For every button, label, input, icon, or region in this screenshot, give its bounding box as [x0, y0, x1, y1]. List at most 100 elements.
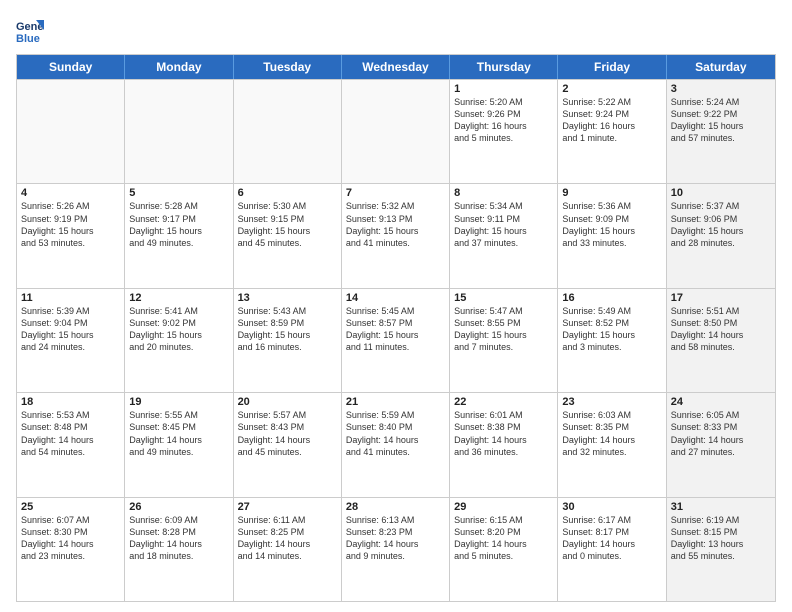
day-number: 15 [454, 292, 553, 304]
day-cell-19: 19Sunrise: 5:55 AM Sunset: 8:45 PM Dayli… [125, 393, 233, 496]
logo: General Blue [16, 16, 48, 44]
day-info: Sunrise: 6:17 AM Sunset: 8:17 PM Dayligh… [562, 514, 661, 563]
day-cell-24: 24Sunrise: 6:05 AM Sunset: 8:33 PM Dayli… [667, 393, 775, 496]
day-info: Sunrise: 6:05 AM Sunset: 8:33 PM Dayligh… [671, 409, 771, 458]
day-cell-9: 9Sunrise: 5:36 AM Sunset: 9:09 PM Daylig… [558, 184, 666, 287]
day-info: Sunrise: 6:15 AM Sunset: 8:20 PM Dayligh… [454, 514, 553, 563]
day-header-tuesday: Tuesday [234, 55, 342, 79]
day-info: Sunrise: 5:45 AM Sunset: 8:57 PM Dayligh… [346, 305, 445, 354]
day-cell-3: 3Sunrise: 5:24 AM Sunset: 9:22 PM Daylig… [667, 80, 775, 183]
day-cell-27: 27Sunrise: 6:11 AM Sunset: 8:25 PM Dayli… [234, 498, 342, 601]
day-info: Sunrise: 5:32 AM Sunset: 9:13 PM Dayligh… [346, 200, 445, 249]
svg-text:Blue: Blue [16, 33, 40, 44]
day-header-monday: Monday [125, 55, 233, 79]
calendar-row-3: 18Sunrise: 5:53 AM Sunset: 8:48 PM Dayli… [17, 392, 775, 496]
day-number: 18 [21, 396, 120, 408]
day-info: Sunrise: 5:59 AM Sunset: 8:40 PM Dayligh… [346, 409, 445, 458]
empty-cell-0-1 [125, 80, 233, 183]
day-cell-29: 29Sunrise: 6:15 AM Sunset: 8:20 PM Dayli… [450, 498, 558, 601]
day-number: 9 [562, 187, 661, 199]
day-number: 5 [129, 187, 228, 199]
logo-icon: General Blue [16, 16, 44, 44]
day-info: Sunrise: 5:57 AM Sunset: 8:43 PM Dayligh… [238, 409, 337, 458]
day-cell-14: 14Sunrise: 5:45 AM Sunset: 8:57 PM Dayli… [342, 289, 450, 392]
day-number: 21 [346, 396, 445, 408]
calendar-row-4: 25Sunrise: 6:07 AM Sunset: 8:30 PM Dayli… [17, 497, 775, 601]
day-number: 2 [562, 83, 661, 95]
day-cell-15: 15Sunrise: 5:47 AM Sunset: 8:55 PM Dayli… [450, 289, 558, 392]
calendar-row-2: 11Sunrise: 5:39 AM Sunset: 9:04 PM Dayli… [17, 288, 775, 392]
day-number: 7 [346, 187, 445, 199]
day-info: Sunrise: 5:43 AM Sunset: 8:59 PM Dayligh… [238, 305, 337, 354]
day-cell-12: 12Sunrise: 5:41 AM Sunset: 9:02 PM Dayli… [125, 289, 233, 392]
day-number: 24 [671, 396, 771, 408]
day-info: Sunrise: 6:09 AM Sunset: 8:28 PM Dayligh… [129, 514, 228, 563]
day-info: Sunrise: 5:36 AM Sunset: 9:09 PM Dayligh… [562, 200, 661, 249]
day-cell-22: 22Sunrise: 6:01 AM Sunset: 8:38 PM Dayli… [450, 393, 558, 496]
day-number: 20 [238, 396, 337, 408]
day-number: 13 [238, 292, 337, 304]
day-header-saturday: Saturday [667, 55, 775, 79]
day-info: Sunrise: 5:22 AM Sunset: 9:24 PM Dayligh… [562, 96, 661, 145]
day-number: 17 [671, 292, 771, 304]
day-cell-30: 30Sunrise: 6:17 AM Sunset: 8:17 PM Dayli… [558, 498, 666, 601]
day-info: Sunrise: 5:26 AM Sunset: 9:19 PM Dayligh… [21, 200, 120, 249]
day-number: 10 [671, 187, 771, 199]
calendar-body: 1Sunrise: 5:20 AM Sunset: 9:26 PM Daylig… [17, 79, 775, 601]
day-cell-31: 31Sunrise: 6:19 AM Sunset: 8:15 PM Dayli… [667, 498, 775, 601]
day-cell-21: 21Sunrise: 5:59 AM Sunset: 8:40 PM Dayli… [342, 393, 450, 496]
day-number: 4 [21, 187, 120, 199]
day-number: 26 [129, 501, 228, 513]
day-number: 29 [454, 501, 553, 513]
day-number: 3 [671, 83, 771, 95]
day-cell-4: 4Sunrise: 5:26 AM Sunset: 9:19 PM Daylig… [17, 184, 125, 287]
page-header: General Blue [16, 16, 776, 44]
day-cell-1: 1Sunrise: 5:20 AM Sunset: 9:26 PM Daylig… [450, 80, 558, 183]
day-info: Sunrise: 5:34 AM Sunset: 9:11 PM Dayligh… [454, 200, 553, 249]
day-cell-8: 8Sunrise: 5:34 AM Sunset: 9:11 PM Daylig… [450, 184, 558, 287]
day-cell-28: 28Sunrise: 6:13 AM Sunset: 8:23 PM Dayli… [342, 498, 450, 601]
day-number: 22 [454, 396, 553, 408]
day-info: Sunrise: 6:13 AM Sunset: 8:23 PM Dayligh… [346, 514, 445, 563]
day-info: Sunrise: 5:30 AM Sunset: 9:15 PM Dayligh… [238, 200, 337, 249]
day-info: Sunrise: 6:03 AM Sunset: 8:35 PM Dayligh… [562, 409, 661, 458]
day-number: 14 [346, 292, 445, 304]
day-info: Sunrise: 5:53 AM Sunset: 8:48 PM Dayligh… [21, 409, 120, 458]
day-cell-20: 20Sunrise: 5:57 AM Sunset: 8:43 PM Dayli… [234, 393, 342, 496]
day-cell-18: 18Sunrise: 5:53 AM Sunset: 8:48 PM Dayli… [17, 393, 125, 496]
day-cell-23: 23Sunrise: 6:03 AM Sunset: 8:35 PM Dayli… [558, 393, 666, 496]
day-info: Sunrise: 5:41 AM Sunset: 9:02 PM Dayligh… [129, 305, 228, 354]
day-number: 28 [346, 501, 445, 513]
day-info: Sunrise: 5:47 AM Sunset: 8:55 PM Dayligh… [454, 305, 553, 354]
day-cell-7: 7Sunrise: 5:32 AM Sunset: 9:13 PM Daylig… [342, 184, 450, 287]
day-header-wednesday: Wednesday [342, 55, 450, 79]
day-info: Sunrise: 5:20 AM Sunset: 9:26 PM Dayligh… [454, 96, 553, 145]
calendar-header: SundayMondayTuesdayWednesdayThursdayFrid… [17, 55, 775, 79]
day-number: 1 [454, 83, 553, 95]
day-cell-2: 2Sunrise: 5:22 AM Sunset: 9:24 PM Daylig… [558, 80, 666, 183]
day-info: Sunrise: 5:37 AM Sunset: 9:06 PM Dayligh… [671, 200, 771, 249]
day-number: 16 [562, 292, 661, 304]
day-cell-11: 11Sunrise: 5:39 AM Sunset: 9:04 PM Dayli… [17, 289, 125, 392]
day-header-sunday: Sunday [17, 55, 125, 79]
day-cell-16: 16Sunrise: 5:49 AM Sunset: 8:52 PM Dayli… [558, 289, 666, 392]
day-info: Sunrise: 5:49 AM Sunset: 8:52 PM Dayligh… [562, 305, 661, 354]
empty-cell-0-3 [342, 80, 450, 183]
day-info: Sunrise: 6:19 AM Sunset: 8:15 PM Dayligh… [671, 514, 771, 563]
day-number: 30 [562, 501, 661, 513]
day-cell-10: 10Sunrise: 5:37 AM Sunset: 9:06 PM Dayli… [667, 184, 775, 287]
day-number: 23 [562, 396, 661, 408]
day-cell-5: 5Sunrise: 5:28 AM Sunset: 9:17 PM Daylig… [125, 184, 233, 287]
day-number: 11 [21, 292, 120, 304]
calendar-row-0: 1Sunrise: 5:20 AM Sunset: 9:26 PM Daylig… [17, 79, 775, 183]
day-info: Sunrise: 6:01 AM Sunset: 8:38 PM Dayligh… [454, 409, 553, 458]
day-number: 27 [238, 501, 337, 513]
day-header-friday: Friday [558, 55, 666, 79]
day-info: Sunrise: 6:07 AM Sunset: 8:30 PM Dayligh… [21, 514, 120, 563]
day-number: 31 [671, 501, 771, 513]
calendar-row-1: 4Sunrise: 5:26 AM Sunset: 9:19 PM Daylig… [17, 183, 775, 287]
day-info: Sunrise: 5:51 AM Sunset: 8:50 PM Dayligh… [671, 305, 771, 354]
day-info: Sunrise: 5:55 AM Sunset: 8:45 PM Dayligh… [129, 409, 228, 458]
empty-cell-0-0 [17, 80, 125, 183]
day-cell-26: 26Sunrise: 6:09 AM Sunset: 8:28 PM Dayli… [125, 498, 233, 601]
